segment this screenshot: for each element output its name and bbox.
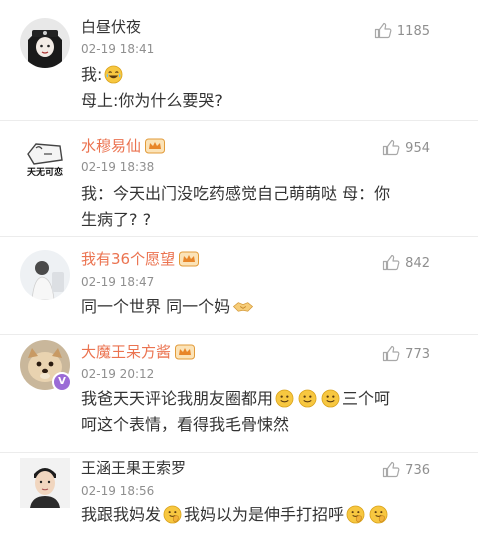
username[interactable]: 我有36个愿望: [81, 250, 200, 271]
like-button[interactable]: 773: [382, 345, 430, 364]
comment-item: 王涵王果王索罗 02-19 18:56 736 我跟我妈发 我妈以为是伸手打招呼: [0, 452, 478, 537]
like-button[interactable]: 736: [382, 461, 430, 480]
username[interactable]: 白昼伏夜: [81, 18, 141, 36]
comment-line: 我:: [81, 62, 223, 88]
text-segment: 我爸天天评论我朋友圈都用: [81, 389, 274, 408]
comment-line: 我跟我妈发 我妈以为是伸手打招呼: [81, 502, 461, 528]
text-segment: 我:: [81, 65, 103, 84]
username[interactable]: 大魔王呆方酱: [81, 343, 196, 364]
comment-line: 呵这个表情，看得我毛骨悚然: [81, 415, 290, 434]
like-count: 736: [405, 463, 430, 478]
comment-line: 同一个世界 同一个妈: [81, 294, 256, 320]
username-text: 大魔王呆方酱: [81, 343, 172, 361]
like-button[interactable]: 1185: [374, 22, 430, 41]
smile-emoji-icon: [275, 389, 294, 408]
timestamp: 02-19 20:12: [81, 367, 155, 381]
username[interactable]: 水穆易仙: [81, 137, 166, 158]
like-count: 954: [405, 141, 430, 156]
like-count: 1185: [396, 24, 430, 39]
avatar[interactable]: [20, 18, 70, 68]
smile-emoji-icon: [298, 389, 317, 408]
comment-line: 我爸天天评论我朋友圈都用 三个呵: [81, 386, 451, 412]
avatar[interactable]: 天无可恋: [20, 132, 70, 182]
username-text: 我有36个愿望: [81, 250, 176, 268]
comment-line: 我：今天出门没吃药感觉自己萌萌哒 母：你: [81, 184, 391, 203]
thumbs-up-icon: [383, 139, 400, 156]
username-text: 水穆易仙: [81, 137, 142, 155]
vip-crown-icon: [175, 344, 196, 364]
like-count: 842: [405, 256, 430, 271]
comment-feed: 白昼伏夜 02-19 18:41 1185 我: 母上:你为什么要哭? 天无可恋…: [0, 0, 478, 537]
smile-emoji-icon: [321, 389, 340, 408]
avatar[interactable]: [20, 250, 70, 300]
comment-item: 天无可恋 水穆易仙 02-19 18:38 954 我：今天出门没吃药感觉自己萌…: [0, 120, 478, 237]
laugh-cry-emoji-icon: [104, 65, 123, 84]
text-segment: 三个呵: [342, 389, 391, 408]
like-button[interactable]: 842: [382, 254, 430, 273]
comment-line: 生病了? ?: [81, 210, 152, 229]
verified-badge-icon: V: [52, 372, 72, 392]
username[interactable]: 王涵王果王索罗: [81, 459, 186, 477]
timestamp: 02-19 18:38: [81, 160, 155, 174]
thumbs-up-icon: [383, 461, 400, 478]
comment-text: 我跟我妈发 我妈以为是伸手打招呼: [81, 502, 461, 528]
comment-text: 我爸天天评论我朋友圈都用 三个呵 呵这个表情，看得我毛骨悚然: [81, 386, 451, 438]
comment-item: V 大魔王呆方酱 02-19 20:12 773 我爸天天评论我朋友圈都用 三个呵…: [0, 334, 478, 453]
text-segment: 我妈以为是伸手打招呼: [184, 505, 345, 524]
avatar[interactable]: [20, 458, 70, 508]
comment-line: 母上:你为什么要哭?: [81, 91, 223, 110]
timestamp: 02-19 18:41: [81, 42, 155, 56]
vip-crown-icon: [145, 138, 166, 158]
text-segment: 同一个世界 同一个妈: [81, 297, 231, 316]
comment-text: 我: 母上:你为什么要哭?: [81, 62, 223, 114]
thumbs-up-icon: [383, 254, 400, 271]
timestamp: 02-19 18:56: [81, 484, 155, 498]
comment-text: 我：今天出门没吃药感觉自己萌萌哒 母：你 生病了? ?: [81, 181, 441, 233]
like-button[interactable]: 954: [382, 139, 430, 158]
thumbs-up-icon: [374, 22, 392, 39]
comment-item: 我有36个愿望 02-19 18:47 842 同一个世界 同一个妈: [0, 236, 478, 335]
wave-emoji-icon: [346, 505, 365, 524]
handshake-emoji-icon: [232, 297, 254, 316]
text-segment: 我跟我妈发: [81, 505, 162, 524]
like-count: 773: [405, 347, 430, 362]
wave-emoji-icon: [369, 505, 388, 524]
wave-emoji-icon: [163, 505, 182, 524]
avatar-caption: 天无可恋: [26, 168, 63, 178]
comment-text: 同一个世界 同一个妈: [81, 294, 256, 320]
thumbs-up-icon: [383, 345, 400, 362]
timestamp: 02-19 18:47: [81, 275, 155, 289]
comment-item: 白昼伏夜 02-19 18:41 1185 我: 母上:你为什么要哭?: [0, 0, 478, 121]
vip-crown-icon: [179, 251, 200, 271]
